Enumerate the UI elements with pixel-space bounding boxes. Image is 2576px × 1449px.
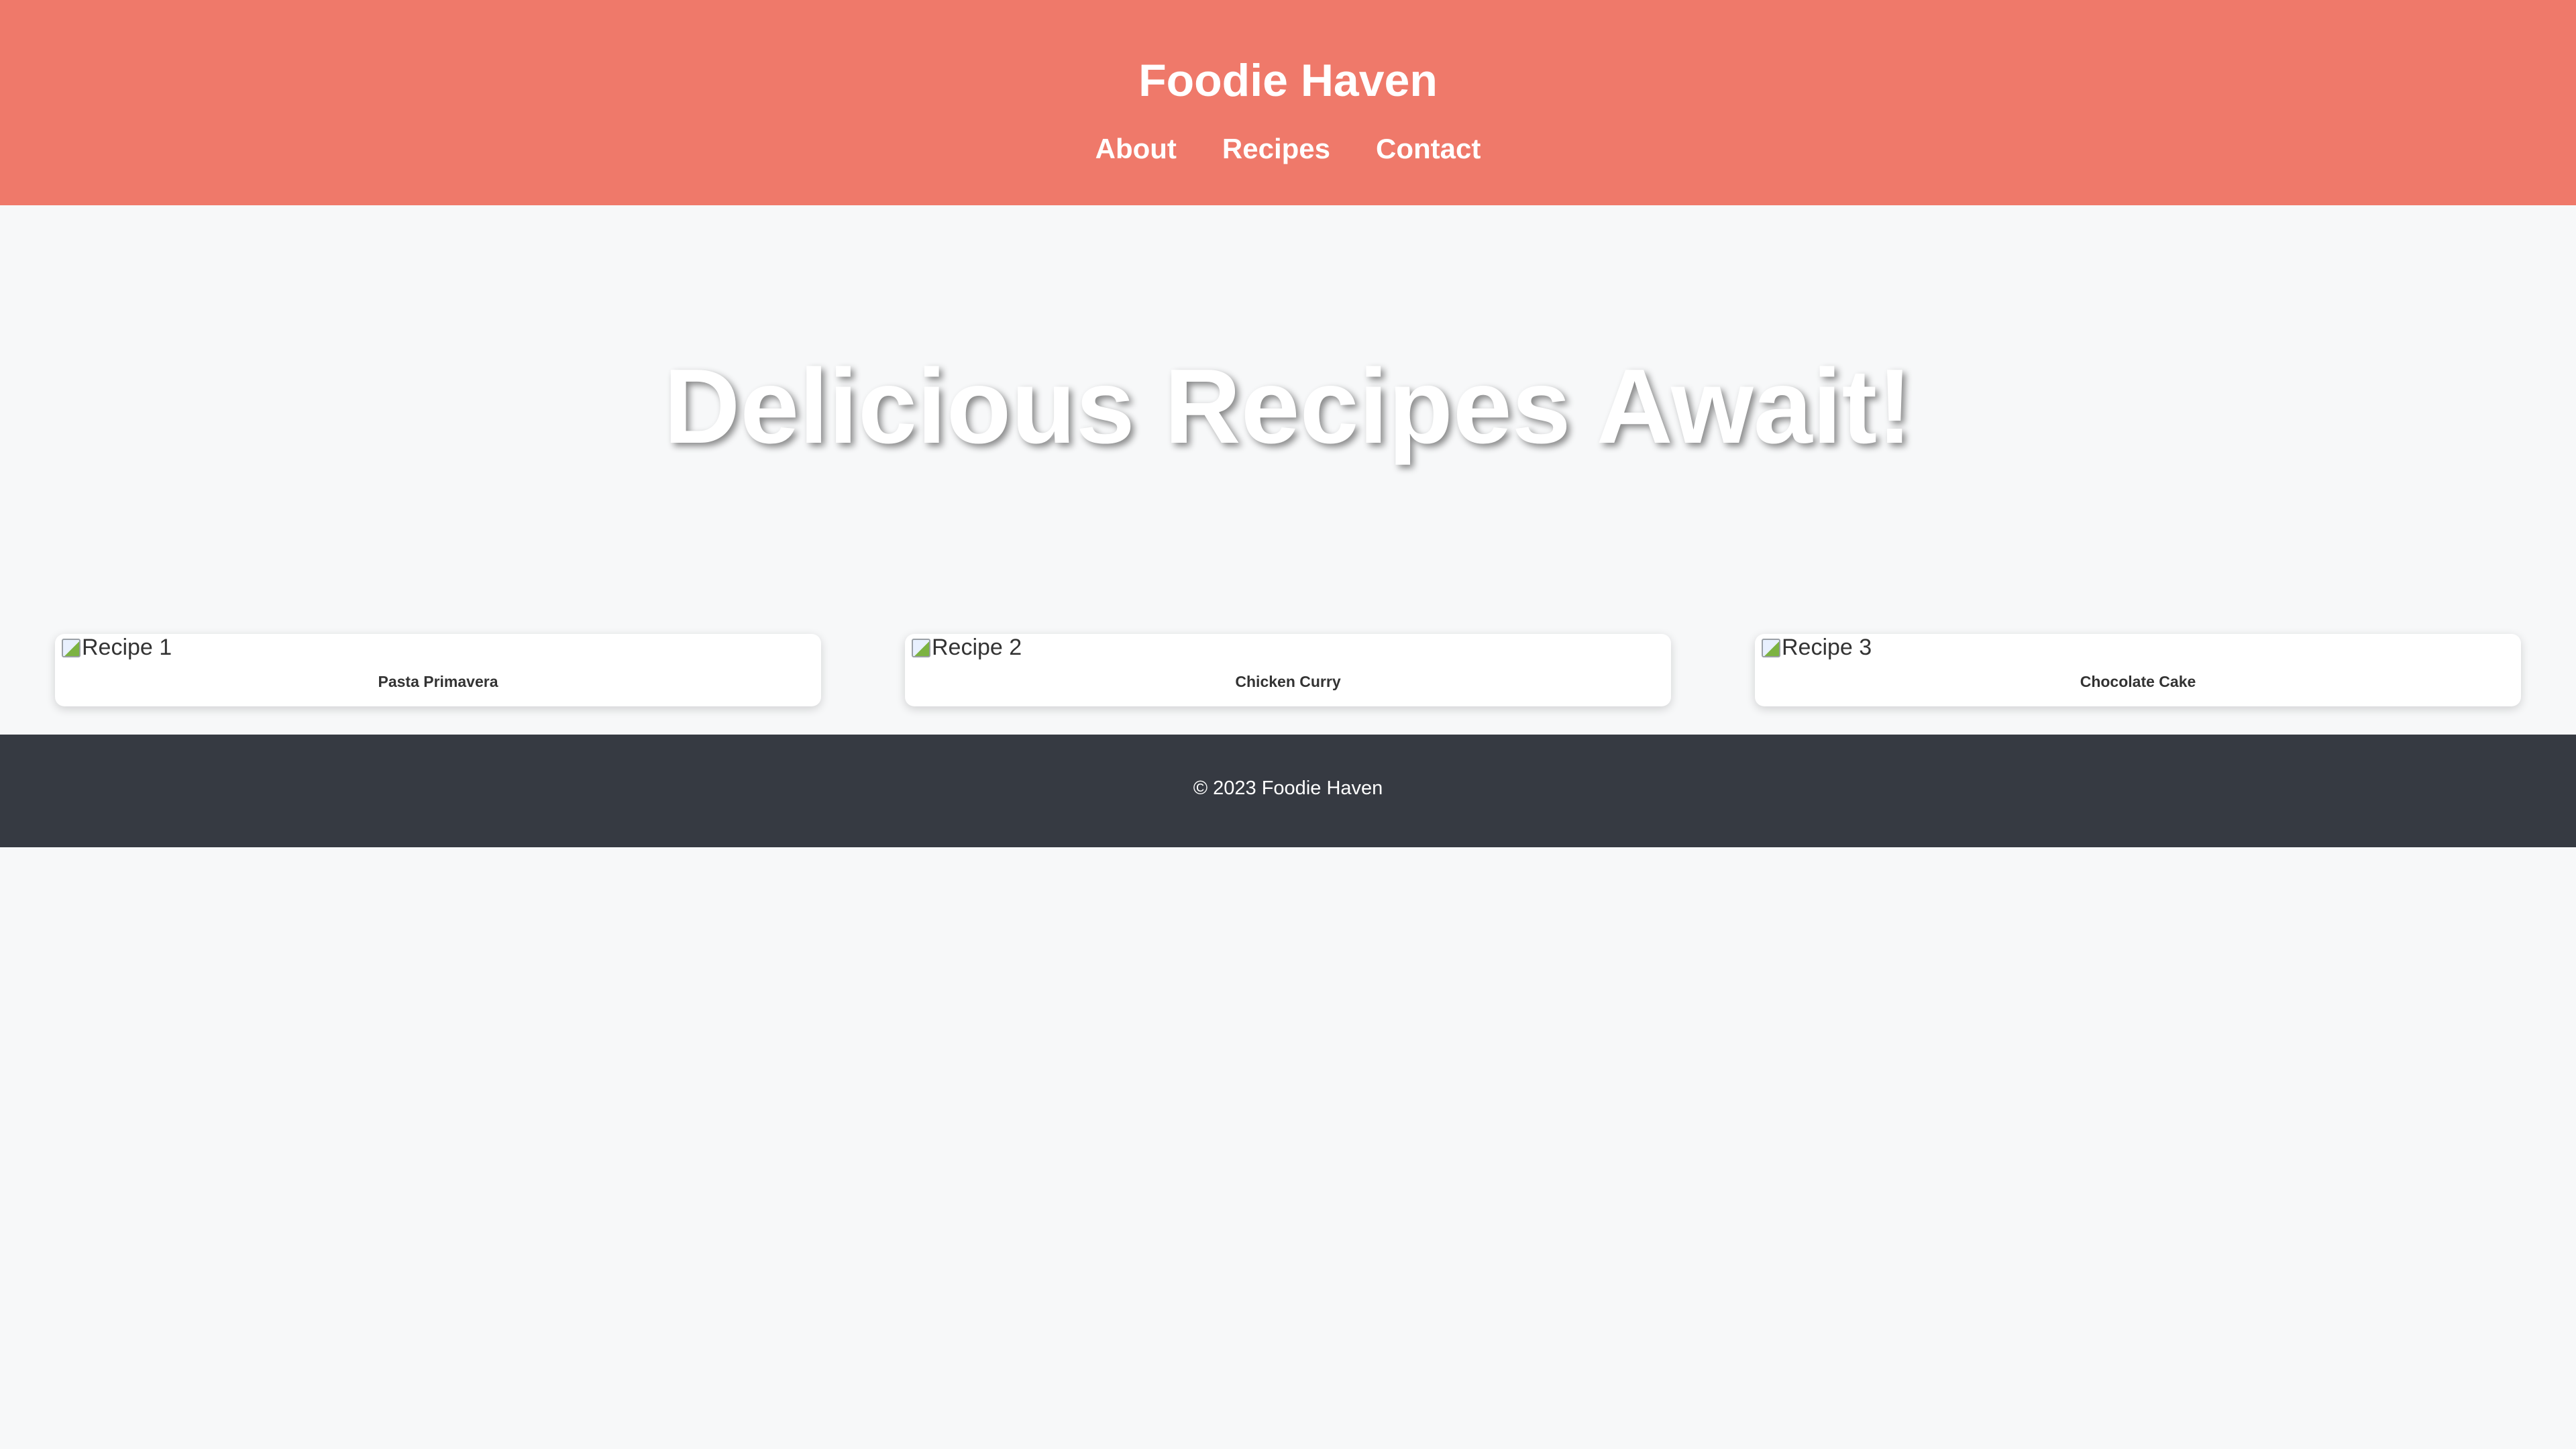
recipe-card-3[interactable]: Recipe 3 Chocolate Cake bbox=[1755, 634, 2521, 706]
recipe-title[interactable]: Chicken Curry bbox=[905, 672, 1671, 692]
hero-section: Delicious Recipes Await! bbox=[0, 205, 2576, 635]
recipe-cards: Recipe 1 Pasta Primavera Recipe 2 Chicke… bbox=[0, 634, 2576, 708]
site-header: Foodie Haven About Recipes Contact bbox=[0, 0, 2576, 205]
recipe-image-1[interactable]: Recipe 1 bbox=[55, 634, 821, 661]
broken-image-icon bbox=[1762, 639, 1780, 657]
main-nav: About Recipes Contact bbox=[0, 129, 2576, 169]
hero-title: Delicious Recipes Await! bbox=[663, 347, 1913, 466]
nav-link-recipes[interactable]: Recipes bbox=[1222, 129, 1330, 169]
nav-link-contact[interactable]: Contact bbox=[1376, 129, 1481, 169]
recipe-image-2[interactable]: Recipe 2 bbox=[905, 634, 1671, 661]
broken-image-icon bbox=[62, 639, 80, 657]
site-footer: © 2023 Foodie Haven bbox=[0, 735, 2576, 847]
copyright-text: © 2023 Foodie Haven bbox=[1193, 777, 1383, 799]
recipe-image-3[interactable]: Recipe 3 bbox=[1755, 634, 2521, 661]
recipe-card-2[interactable]: Recipe 2 Chicken Curry bbox=[905, 634, 1671, 706]
recipe-title[interactable]: Pasta Primavera bbox=[55, 672, 821, 692]
recipe-card-1[interactable]: Recipe 1 Pasta Primavera bbox=[55, 634, 821, 706]
recipe-image-alt: Recipe 2 bbox=[932, 635, 1022, 660]
recipe-image-alt: Recipe 1 bbox=[82, 635, 172, 660]
recipe-image-alt: Recipe 3 bbox=[1782, 635, 1872, 660]
broken-image-icon bbox=[912, 639, 930, 657]
recipe-title[interactable]: Chocolate Cake bbox=[1755, 672, 2521, 692]
nav-link-about[interactable]: About bbox=[1095, 129, 1177, 169]
site-title[interactable]: Foodie Haven bbox=[0, 48, 2576, 113]
